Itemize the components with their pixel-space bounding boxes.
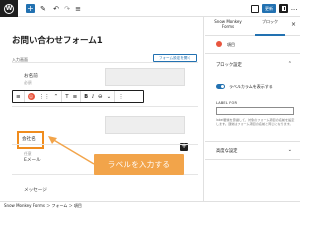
label-column-toggle[interactable]	[216, 84, 225, 89]
panel-block-settings-title[interactable]: ブロック設定	[216, 62, 242, 68]
field-input-placeholder	[105, 116, 185, 134]
block-options[interactable]: ⋮	[115, 91, 127, 102]
breadcrumb[interactable]: Snow Monkey Forms ＞ フォーム ＞ 項目	[0, 201, 300, 210]
label-for-label: LABEL FOR	[216, 101, 238, 105]
label-for-help-text: label要素を意識して、対象のフォーム項目の名前を設定します。通常はフォーム項…	[216, 118, 295, 127]
block-icon: ☺	[27, 93, 35, 100]
format-group: B I ⊖ ⌄	[81, 91, 116, 102]
field-input-placeholder	[105, 68, 185, 86]
bold-button[interactable]: B	[84, 94, 88, 100]
drag-handle-icon[interactable]: ⋮⋮	[39, 94, 50, 100]
block-card: 項目	[205, 36, 300, 54]
tab-snow-monkey-forms[interactable]: Snow Monkey Forms	[209, 19, 247, 29]
block-icon	[216, 41, 222, 47]
settings-sidebar: Snow Monkey Forms ブロック × 項目 ブロック設定 ⌃ ラベル…	[205, 17, 300, 201]
italic-button[interactable]: I	[92, 94, 94, 100]
add-block-button[interactable]: +	[26, 4, 35, 13]
redo-icon[interactable]: ↷	[63, 4, 71, 13]
chevron-down-icon[interactable]: ⌄	[288, 147, 292, 153]
form-item-message[interactable]: メッセージ	[12, 174, 198, 201]
form-item-name[interactable]: お名前 必須	[12, 62, 198, 90]
link-icon[interactable]: ⊖	[98, 94, 103, 100]
field-sub-label: 必須	[24, 80, 32, 85]
page-title[interactable]: お問い合わせフォーム1	[12, 34, 103, 46]
block-mover[interactable]: ☺ ⋮⋮ ⌃	[25, 91, 63, 102]
more-formats-icon[interactable]: ⌄	[107, 94, 112, 100]
shirt-icon[interactable]: T	[65, 94, 68, 100]
options-icon[interactable]: ⋮	[118, 94, 124, 100]
move-icon[interactable]: ⌃	[54, 94, 59, 100]
wordpress-logo-icon[interactable]: W	[0, 0, 18, 17]
form-settings-button[interactable]: フォーム設定を開く	[153, 54, 197, 62]
sidebar-tabs: Snow Monkey Forms ブロック ×	[205, 17, 300, 36]
field-label: Eメール	[24, 158, 41, 163]
toggle-label: ラベルカラムを表示する	[229, 84, 273, 89]
field-label: お名前	[24, 74, 38, 79]
annotation-callout: ラベルを入力する	[94, 154, 184, 175]
close-icon[interactable]: ×	[291, 21, 296, 28]
tab-block[interactable]: ブロック	[253, 19, 287, 24]
document-overview-icon[interactable]: ≡	[74, 4, 82, 13]
label-for-input[interactable]	[216, 107, 294, 115]
editor-top-toolbar: W + ✎ ↶ ↷ ≡ 更新 ⋮	[0, 0, 300, 17]
align-text-icon[interactable]: ≡	[73, 94, 78, 100]
field-label[interactable]: 会社名	[22, 136, 36, 142]
annotation-arrow-icon	[48, 136, 95, 165]
block-type-icon[interactable]: ≡	[16, 94, 21, 100]
tools-pen-icon[interactable]: ✎	[39, 4, 47, 13]
panel-advanced-title[interactable]: 高度な設定	[216, 148, 237, 154]
panel-divider	[205, 159, 300, 160]
text-transform-group[interactable]: T ≡	[62, 91, 82, 102]
block-toolbar: ≡ ☺ ⋮⋮ ⌃ T ≡ B I ⊖ ⌄ ⋮	[12, 90, 144, 103]
toolbar-right-group: 更新 ⋮	[251, 4, 298, 13]
more-options-icon[interactable]: ⋮	[290, 6, 298, 12]
undo-icon[interactable]: ↶	[52, 4, 60, 13]
update-button[interactable]: 更新	[262, 4, 276, 13]
chevron-up-icon[interactable]: ⌃	[288, 61, 292, 67]
editor-canvas: お問い合わせフォーム1 入力画面 フォーム設定を開く お名前 必須 ≡ ☺ ⋮⋮…	[0, 17, 204, 201]
settings-icon[interactable]	[279, 4, 288, 13]
preview-icon[interactable]	[251, 4, 259, 13]
block-name: 項目	[227, 42, 235, 47]
field-label: メッセージ	[24, 188, 47, 193]
panel-divider	[205, 141, 300, 142]
block-switcher[interactable]: ≡	[13, 91, 25, 102]
